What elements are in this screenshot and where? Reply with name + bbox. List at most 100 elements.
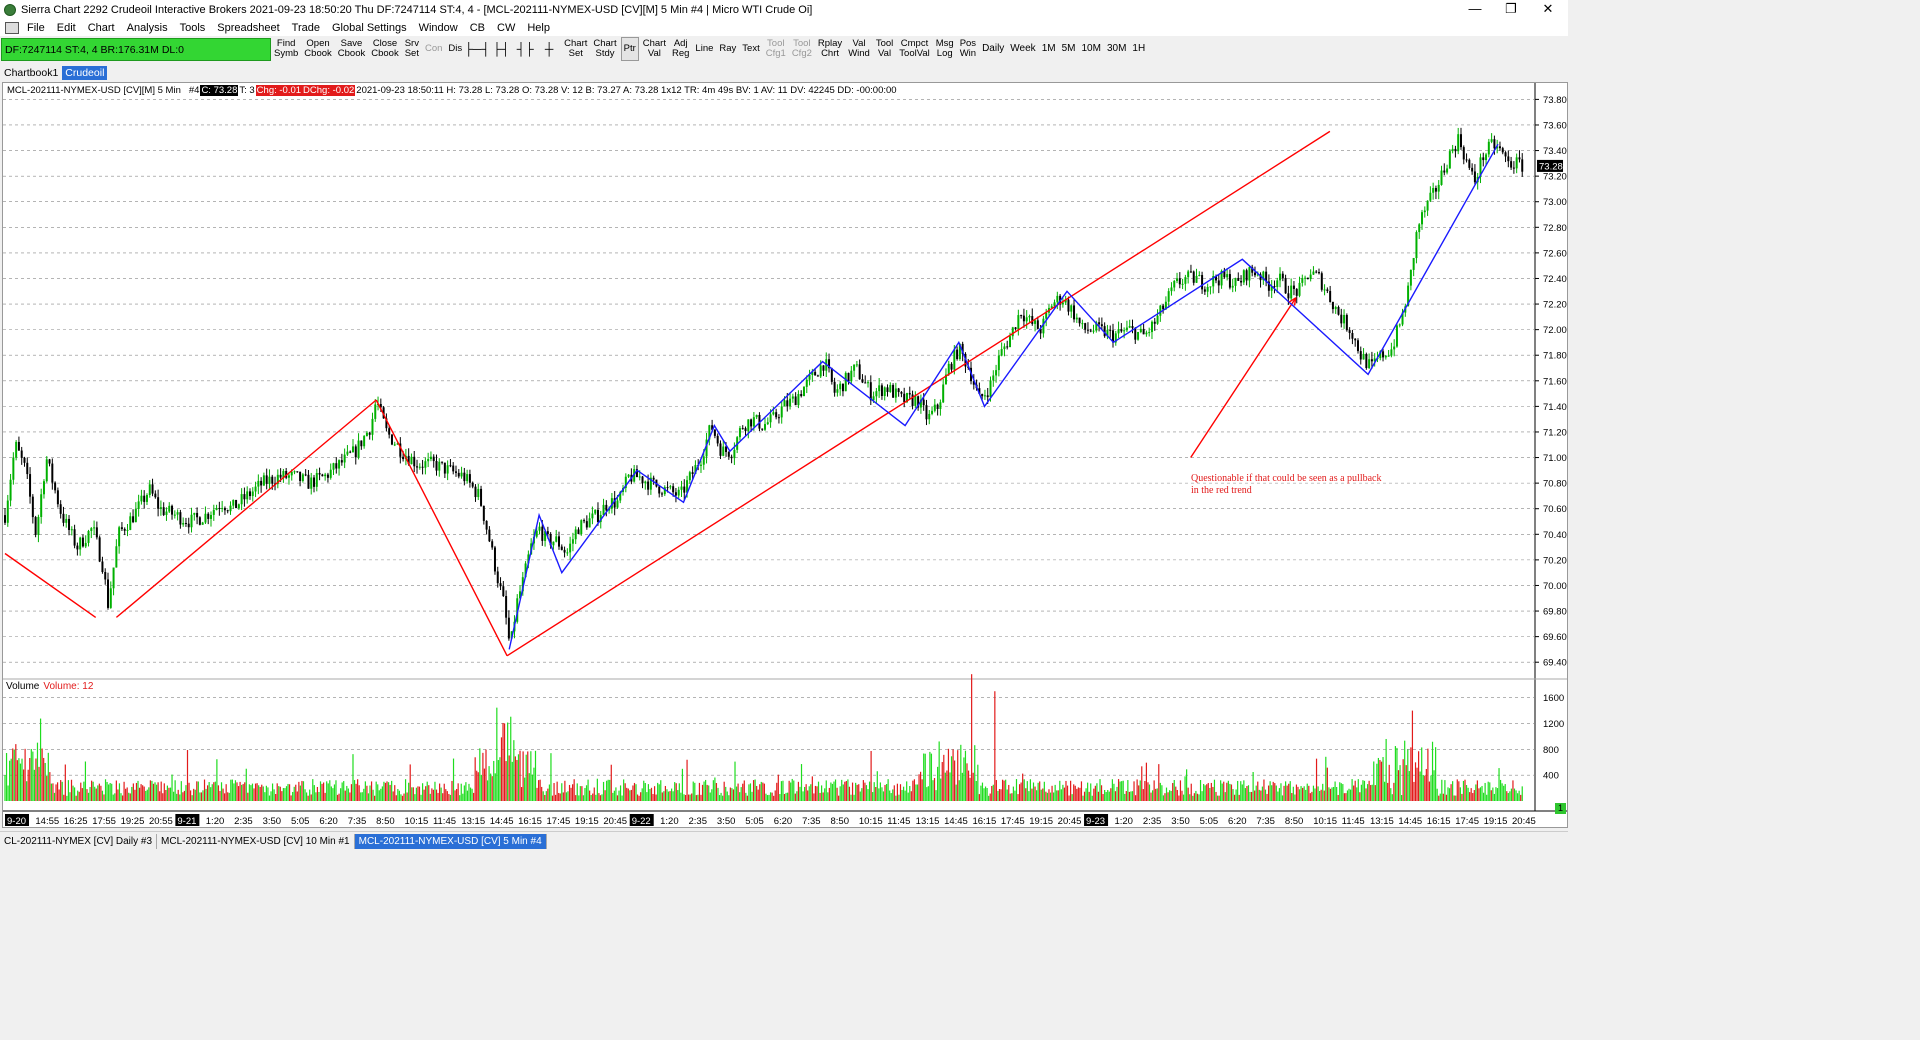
toolbar-button-rplay-chrt[interactable]: Rplay Chrt — [816, 37, 844, 61]
volume-bar — [677, 790, 679, 801]
volume-bar — [117, 789, 119, 801]
volume-bar — [599, 795, 602, 801]
zoom-scale-icon-3[interactable]: ┤├ — [515, 39, 535, 59]
toolbar-button-con[interactable]: Con — [423, 37, 444, 61]
toolbar-button-text[interactable]: Text — [740, 37, 761, 61]
volume-bar — [154, 782, 156, 801]
menu-edit[interactable]: Edit — [51, 22, 82, 34]
volume-bar — [1105, 792, 1107, 801]
toolbar-button-val-wind[interactable]: Val Wind — [846, 37, 872, 61]
candle-body — [45, 459, 48, 482]
candle-body — [666, 487, 669, 489]
volume-bar — [426, 781, 428, 801]
volume-bar — [723, 781, 725, 801]
timeframe-5m[interactable]: 5M — [1060, 37, 1078, 61]
chart-annotation[interactable]: Questionable if that could be seen as a … — [1191, 473, 1451, 497]
volume-bar — [562, 792, 564, 801]
timeframe-week[interactable]: Week — [1008, 37, 1037, 61]
volume-bar — [899, 784, 902, 801]
toolbar-button-ray[interactable]: Ray — [717, 37, 738, 61]
volume-bar — [1266, 793, 1268, 801]
timeframe-1h[interactable]: 1H — [1130, 37, 1147, 61]
menu-chart[interactable]: Chart — [82, 22, 121, 34]
toolbar-button-chart-set[interactable]: Chart Set — [562, 37, 589, 61]
toolbar-button-pos-win[interactable]: Pos Win — [958, 37, 978, 61]
volume-bar — [989, 793, 991, 801]
toolbar-button-tool-val[interactable]: Tool Val — [874, 37, 895, 61]
volume-bar — [534, 750, 537, 801]
zoom-scale-icon-4[interactable]: ┼ — [539, 39, 559, 59]
toolbar-button-srv-set[interactable]: Srv Set — [403, 37, 421, 61]
restore-button[interactable]: ❐ — [1493, 0, 1529, 19]
toolbar-button-dis[interactable]: Dis — [446, 37, 464, 61]
window-tab-mcl-5min[interactable]: MCL-202111-NYMEX-USD [CV] 5 Min #4 — [354, 833, 547, 849]
candle-body — [4, 515, 6, 523]
volume-bar — [995, 780, 997, 801]
candle-body — [196, 512, 199, 518]
annotation-line-2: in the red trend — [1191, 485, 1252, 496]
menu-help[interactable]: Help — [521, 22, 556, 34]
toolbar-button-ptr[interactable]: Ptr — [620, 37, 639, 61]
window-tab-mcl-10min[interactable]: MCL-202111-NYMEX-USD [CV] 10 Min #1 — [157, 833, 355, 849]
timeframe-10m[interactable]: 10M — [1080, 37, 1103, 61]
price-chart[interactable]: 73.8073.6073.4073.2073.0072.8072.6072.40… — [3, 83, 1568, 828]
toolbar-button-tool-cfg2[interactable]: Tool Cfg2 — [790, 37, 814, 61]
chart-region[interactable]: 73.80 73.60 73.40 73.20 73.00 72.80 72.60 72.40… — [2, 82, 1568, 828]
volume-bar — [573, 779, 575, 801]
volume-bar — [1005, 779, 1007, 801]
volume-bar — [497, 760, 499, 801]
candle-body — [541, 526, 544, 541]
tab-chartbook1[interactable]: Chartbook1 — [1, 66, 61, 80]
volume-bar — [219, 790, 221, 801]
toolbar-button-chart-val[interactable]: Chart Val — [641, 37, 668, 61]
zoom-scale-icon-1[interactable]: ├─┤ — [464, 39, 490, 59]
menu-spreadsheet[interactable]: Spreadsheet — [211, 22, 285, 34]
close-button[interactable]: ✕ — [1530, 0, 1566, 19]
menu-cw[interactable]: CW — [491, 22, 521, 34]
candle-body — [1184, 277, 1187, 284]
time-tick-label: 1:20 — [206, 816, 225, 827]
window-tab-cl-daily[interactable]: CL-202111-NYMEX [CV] Daily #3 — [0, 833, 158, 849]
time-tick-label: 10:15 — [859, 816, 883, 827]
menu-trade[interactable]: Trade — [286, 22, 326, 34]
menu-analysis[interactable]: Analysis — [121, 22, 174, 34]
volume-bar — [1190, 783, 1192, 801]
volume-bar — [576, 783, 578, 801]
time-tick-label: 1:20 — [660, 816, 679, 827]
menu-cb[interactable]: CB — [464, 22, 491, 34]
minimize-button[interactable]: — — [1457, 0, 1493, 19]
toolbar-button-find-symb[interactable]: Find Symb — [272, 37, 300, 61]
volume-bar — [981, 782, 984, 801]
toolbar-button-line[interactable]: Line — [693, 37, 715, 61]
volume-bar — [1495, 787, 1497, 801]
menu-file[interactable]: File — [21, 22, 51, 34]
menu-window[interactable]: Window — [413, 22, 464, 34]
toolbar-button-cmpct-toolval[interactable]: Cmpct ToolVal — [897, 37, 931, 61]
timeframe-30m[interactable]: 30M — [1105, 37, 1128, 61]
tab-crudeoil[interactable]: Crudeoil — [62, 65, 108, 80]
menu-global-settings[interactable]: Global Settings — [326, 22, 413, 34]
volume-bar — [1405, 765, 1407, 801]
toolbar-button-save-cbook[interactable]: Save Cbook — [336, 37, 367, 61]
toolbar-button-tool-cfg1[interactable]: Tool Cfg1 — [764, 37, 788, 61]
volume-bar — [58, 789, 60, 801]
volume-bar — [524, 777, 526, 801]
toolbar-button-open-cbook[interactable]: Open Cbook — [302, 37, 333, 61]
candle-body — [326, 474, 329, 478]
volume-bar — [112, 794, 114, 801]
candle-body — [744, 428, 747, 432]
menu-tools[interactable]: Tools — [174, 22, 212, 34]
price-tick-label: 70.40 — [1543, 530, 1567, 541]
system-menu-icon[interactable] — [5, 21, 19, 34]
toolbar-button-chart-stdy[interactable]: Chart Stdy — [591, 37, 618, 61]
scroll-indicator[interactable]: 1 — [1555, 803, 1566, 814]
candle-body — [154, 493, 157, 498]
toolbar-button-close-cbook[interactable]: Close Cbook — [369, 37, 400, 61]
status-box: DF:7247114 ST:4, 4 BR:176.31M DL:0 — [1, 37, 271, 61]
zoom-scale-icon-2[interactable]: ├┤ — [491, 39, 511, 59]
timeframe-1m[interactable]: 1M — [1040, 37, 1058, 61]
toolbar-button-msg-log[interactable]: Msg Log — [934, 37, 956, 61]
toolbar-button-adj-reg[interactable]: Adj Reg — [670, 37, 691, 61]
timeframe-daily[interactable]: Daily — [980, 37, 1006, 61]
volume-bar — [367, 793, 370, 801]
